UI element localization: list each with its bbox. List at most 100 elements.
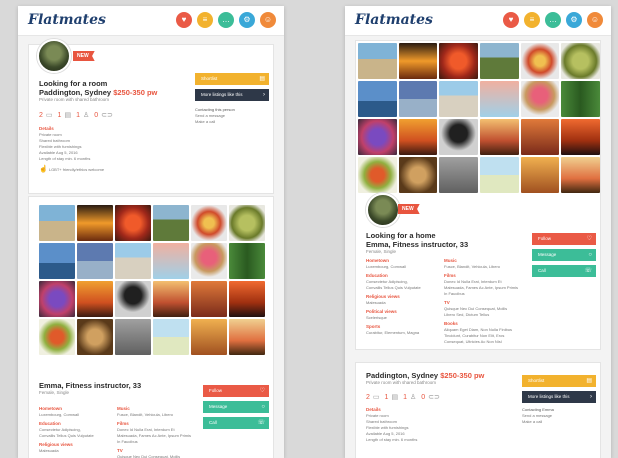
message-label: Message	[538, 252, 557, 257]
photo-thumbnail[interactable]	[229, 281, 265, 317]
call-label: Call	[538, 268, 546, 273]
photo-thumbnail[interactable]	[520, 43, 560, 79]
flatmates-logo[interactable]: Flatmates	[355, 12, 433, 28]
photo-thumbnail[interactable]	[229, 243, 265, 279]
more-listings-button[interactable]: More listings like this ›	[195, 89, 269, 101]
lgbt-row: ☝ LGBT+ friendly/ethics welcome	[39, 166, 157, 173]
photo-thumbnail[interactable]	[520, 119, 560, 155]
photo-thumbnail[interactable]	[561, 81, 600, 117]
shortlist-icon: ▤	[259, 76, 265, 82]
details-heading: Details	[39, 126, 54, 131]
chat-icon[interactable]: …	[545, 12, 561, 28]
avatar-icon[interactable]: ☺	[260, 12, 276, 28]
car-icon: ⊂⊃	[101, 112, 113, 119]
photo-thumbnail[interactable]	[191, 319, 227, 355]
settings-icon[interactable]: ⚙	[239, 12, 255, 28]
follow-button[interactable]: Follow ♡	[203, 385, 269, 397]
photo-thumbnail[interactable]	[358, 81, 397, 117]
follow-button[interactable]: Follow ♡	[532, 233, 596, 245]
photo-thumbnail[interactable]	[439, 157, 478, 193]
listing-title: Looking for a room	[39, 79, 108, 88]
make-call-link[interactable]: Make a call	[195, 119, 235, 125]
photo-thumbnail[interactable]	[115, 281, 151, 317]
shortlist-button[interactable]: Shortlist ▤	[195, 73, 269, 85]
people-count: 1	[76, 111, 80, 119]
photo-thumbnail[interactable]	[115, 205, 151, 241]
photo-thumbnail[interactable]	[115, 243, 151, 279]
photo-thumbnail[interactable]	[153, 281, 189, 317]
section-heading: Political views	[366, 309, 397, 314]
document-icon[interactable]: ≡	[197, 12, 213, 28]
chat-icon[interactable]: …	[218, 12, 234, 28]
photo-thumbnail[interactable]	[480, 43, 519, 79]
message-button[interactable]: Message ○	[532, 249, 596, 261]
photo-thumbnail[interactable]	[191, 281, 227, 317]
photo-thumbnail[interactable]	[229, 319, 265, 355]
flatmates-logo[interactable]: Flatmates	[28, 12, 106, 28]
heart-icon[interactable]: ♥	[176, 12, 192, 28]
heart-icon[interactable]: ♥	[503, 12, 519, 28]
photo-thumbnail[interactable]	[153, 205, 189, 241]
photo-thumbnail[interactable]	[439, 43, 478, 79]
photo-thumbnail[interactable]	[480, 157, 519, 193]
photo-thumbnail[interactable]	[358, 157, 397, 193]
photo-thumbnail[interactable]	[77, 319, 113, 355]
section-heading: Religious views	[39, 442, 73, 447]
section-text: Consequat, Ultricies Ac Non Nisl	[444, 339, 502, 344]
photo-thumbnail[interactable]	[115, 319, 151, 355]
photo-thumbnail[interactable]	[153, 243, 189, 279]
call-button[interactable]: Call ☏	[203, 417, 269, 429]
bath-count: 1	[57, 111, 62, 119]
photo-thumbnail[interactable]	[439, 81, 478, 117]
photo-thumbnail[interactable]	[520, 157, 560, 193]
photo-thumbnail[interactable]	[439, 119, 478, 155]
avatar-icon[interactable]: ☺	[587, 12, 603, 28]
more-listings-button[interactable]: More listings like this ›	[522, 391, 596, 403]
message-button[interactable]: Message ○	[203, 401, 269, 413]
photo-thumbnail[interactable]	[191, 243, 227, 279]
section-text: Quisque Nec Dui Consequat, Mollis	[117, 454, 181, 458]
shortlist-button[interactable]: Shortlist ▤	[522, 375, 596, 387]
section-heading: TV	[117, 448, 123, 453]
photo-thumbnail[interactable]	[561, 43, 600, 79]
call-label: Call	[209, 420, 217, 425]
avatar[interactable]	[37, 39, 71, 73]
photo-thumbnail[interactable]	[561, 157, 600, 193]
photo-thumbnail[interactable]	[77, 243, 113, 279]
photo-thumbnail[interactable]	[358, 119, 397, 155]
settings-icon[interactable]: ⚙	[566, 12, 582, 28]
profile-card-large: NEW Looking for a home Emma, Fitness ins…	[355, 40, 601, 350]
photo-thumbnail[interactable]	[520, 81, 560, 117]
profile-title: Looking for a home	[366, 231, 436, 240]
photo-thumbnail[interactable]	[480, 119, 519, 155]
photo-thumbnail[interactable]	[229, 205, 265, 241]
section-text: Convallis Tellus Quis Vulputate	[39, 433, 94, 438]
photo-thumbnail[interactable]	[398, 119, 438, 155]
photo-thumbnail[interactable]	[191, 205, 227, 241]
photo-thumbnail[interactable]	[480, 81, 519, 117]
photo-thumbnail[interactable]	[398, 157, 438, 193]
photo-thumbnail[interactable]	[39, 243, 75, 279]
photo-thumbnail[interactable]	[77, 205, 113, 241]
photo-thumbnail[interactable]	[39, 281, 75, 317]
avatar[interactable]	[366, 193, 400, 227]
bath-icon: ▤	[64, 112, 72, 119]
document-icon[interactable]: ≡	[524, 12, 540, 28]
section-text: Curabitur, Elementum, Magna	[366, 330, 420, 335]
photo-thumbnail[interactable]	[398, 81, 438, 117]
call-button[interactable]: Call ☏	[532, 265, 596, 277]
photo-thumbnail[interactable]	[561, 119, 600, 155]
section-text: Luxembourg, Cornwall	[366, 264, 407, 269]
photo-thumbnail[interactable]	[398, 43, 438, 79]
phone-icon: ☏	[584, 268, 592, 274]
section-heading: Hometown	[39, 406, 62, 411]
photo-thumbnail[interactable]	[153, 319, 189, 355]
photo-thumbnail[interactable]	[39, 205, 75, 241]
photo-thumbnail[interactable]	[39, 319, 75, 355]
make-call-link[interactable]: Make a call	[522, 419, 554, 425]
photo-thumbnail[interactable]	[358, 43, 397, 79]
profile-name: Emma, Fitness instructor, 33	[366, 240, 469, 249]
listing-subtitle: Private room with shared bathroom	[39, 97, 110, 102]
photo-thumbnail[interactable]	[77, 281, 113, 317]
follow-label: Follow	[209, 388, 223, 393]
